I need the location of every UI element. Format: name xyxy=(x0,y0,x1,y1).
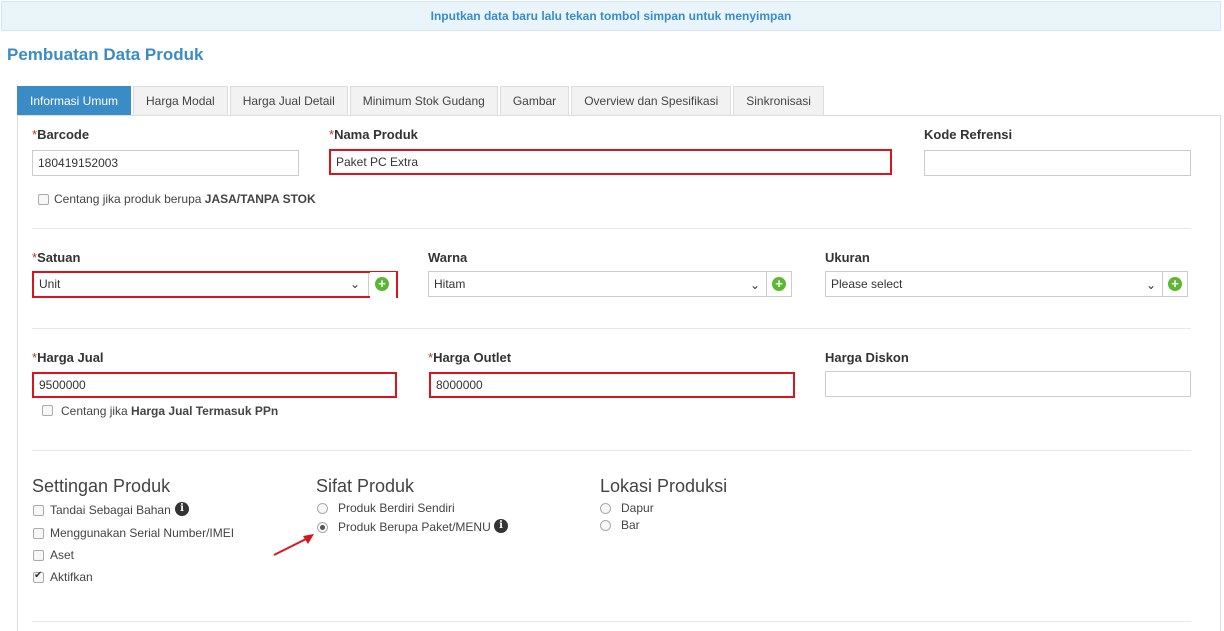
chevron-down-icon: ⌄ xyxy=(1145,278,1156,292)
satuan-label-text: Satuan xyxy=(37,250,81,265)
barcode-label: *Barcode xyxy=(32,127,89,142)
harga-outlet-label-text: Harga Outlet xyxy=(433,350,512,365)
warna-add-button[interactable]: + xyxy=(766,271,792,297)
ppn-checkbox[interactable] xyxy=(42,405,53,416)
barcode-input[interactable]: 180419152003 xyxy=(32,150,299,176)
chevron-down-icon: ⌄ xyxy=(349,277,360,291)
satuan-label: *Satuan xyxy=(32,250,80,265)
page-title: Pembuatan Data Produk xyxy=(7,45,204,64)
warna-value: Hitam xyxy=(434,277,466,291)
kode-refrensi-label: Kode Refrensi xyxy=(924,127,1013,142)
dapur-radio[interactable] xyxy=(600,503,611,514)
ppn-label-bold: Harga Jual Termasuk PPn xyxy=(131,404,279,418)
nama-produk-label: *Nama Produk xyxy=(329,127,418,142)
settingan-title: Settingan Produk xyxy=(32,476,171,496)
nama-produk-input[interactable]: Paket PC Extra xyxy=(329,149,892,175)
tab-gambar[interactable]: Gambar xyxy=(499,86,570,116)
satuan-select[interactable]: Unit ⌄ + xyxy=(32,271,398,298)
harga-outlet-input[interactable]: 8000000 xyxy=(429,372,795,398)
harga-diskon-label: Harga Diskon xyxy=(825,350,909,365)
divider xyxy=(32,450,1191,451)
nama-produk-label-text: Nama Produk xyxy=(334,127,418,142)
aktifkan-label: Aktifkan xyxy=(50,570,93,584)
harga-diskon-input[interactable] xyxy=(825,371,1191,397)
serial-number-checkbox[interactable] xyxy=(33,528,44,539)
divider xyxy=(32,228,1191,229)
plus-circle-icon: + xyxy=(772,277,786,291)
barcode-label-text: Barcode xyxy=(37,127,90,142)
satuan-add-button[interactable]: + xyxy=(368,272,396,298)
tab-overview-spesifikasi[interactable]: Overview dan Spesifikasi xyxy=(571,86,732,116)
warna-label: Warna xyxy=(428,250,468,265)
harga-jual-label-text: Harga Jual xyxy=(37,350,104,365)
info-icon[interactable]: i xyxy=(494,519,508,533)
chevron-down-icon: ⌄ xyxy=(749,278,760,292)
ukuran-label: Ukuran xyxy=(825,250,870,265)
bar-radio[interactable] xyxy=(600,520,611,531)
sifat-title: Sifat Produk xyxy=(316,476,415,496)
tab-harga-modal[interactable]: Harga Modal xyxy=(133,86,228,116)
tandai-bahan-label: Tandai Sebagai Bahan xyxy=(50,503,171,517)
divider xyxy=(32,621,1191,622)
harga-jual-label: *Harga Jual xyxy=(32,350,104,365)
notice-banner: Inputkan data baru lalu tekan tombol sim… xyxy=(1,1,1221,31)
harga-outlet-label: *Harga Outlet xyxy=(428,350,511,365)
tab-minimum-stok-gudang[interactable]: Minimum Stok Gudang xyxy=(349,86,498,116)
plus-circle-icon: + xyxy=(370,272,396,298)
ukuran-add-button[interactable]: + xyxy=(1162,271,1188,297)
satuan-value: Unit xyxy=(39,277,61,291)
warna-select[interactable]: Hitam ⌄ xyxy=(428,271,767,297)
serial-number-label: Menggunakan Serial Number/IMEI xyxy=(50,526,235,540)
tab-informasi-umum[interactable]: Informasi Umum xyxy=(17,86,132,116)
jasa-checkbox[interactable] xyxy=(38,194,49,205)
aset-checkbox[interactable] xyxy=(33,550,44,561)
ppn-label-prefix: Centang jika xyxy=(61,404,132,418)
ukuran-value: Please select xyxy=(831,277,903,291)
annotation-arrow-icon xyxy=(273,534,314,556)
aktifkan-checkbox[interactable] xyxy=(33,570,44,583)
berdiri-sendiri-label: Produk Berdiri Sendiri xyxy=(338,501,455,515)
ukuran-select[interactable]: Please select ⌄ xyxy=(825,271,1163,297)
lokasi-title: Lokasi Produksi xyxy=(600,476,728,496)
kode-refrensi-input[interactable] xyxy=(924,150,1191,176)
harga-jual-input[interactable]: 9500000 xyxy=(32,372,397,398)
plus-glyph: + xyxy=(375,277,389,291)
tab-sinkronisasi[interactable]: Sinkronisasi xyxy=(733,86,824,116)
tandai-bahan-checkbox[interactable] xyxy=(33,505,44,516)
ppn-checkbox-label: Centang jika Harga Jual Termasuk PPn xyxy=(61,404,278,418)
jasa-label-bold: JASA/TANPA STOK xyxy=(204,192,316,206)
jasa-checkbox-label: Centang jika produk berupa JASA/TANPA ST… xyxy=(54,192,316,206)
tab-bar: Informasi Umum Harga Modal Harga Jual De… xyxy=(17,86,826,116)
bar-label: Bar xyxy=(621,518,640,532)
divider xyxy=(32,328,1191,329)
info-icon[interactable]: i xyxy=(175,502,189,516)
berdiri-sendiri-radio[interactable] xyxy=(317,503,328,514)
aset-label: Aset xyxy=(50,548,75,562)
dapur-label: Dapur xyxy=(621,501,654,515)
tab-harga-jual-detail[interactable]: Harga Jual Detail xyxy=(229,86,348,116)
plus-circle-icon: + xyxy=(1168,277,1182,291)
jasa-label-prefix: Centang jika produk berupa xyxy=(54,192,205,206)
paket-menu-label: Produk Berupa Paket/MENU xyxy=(338,520,491,534)
